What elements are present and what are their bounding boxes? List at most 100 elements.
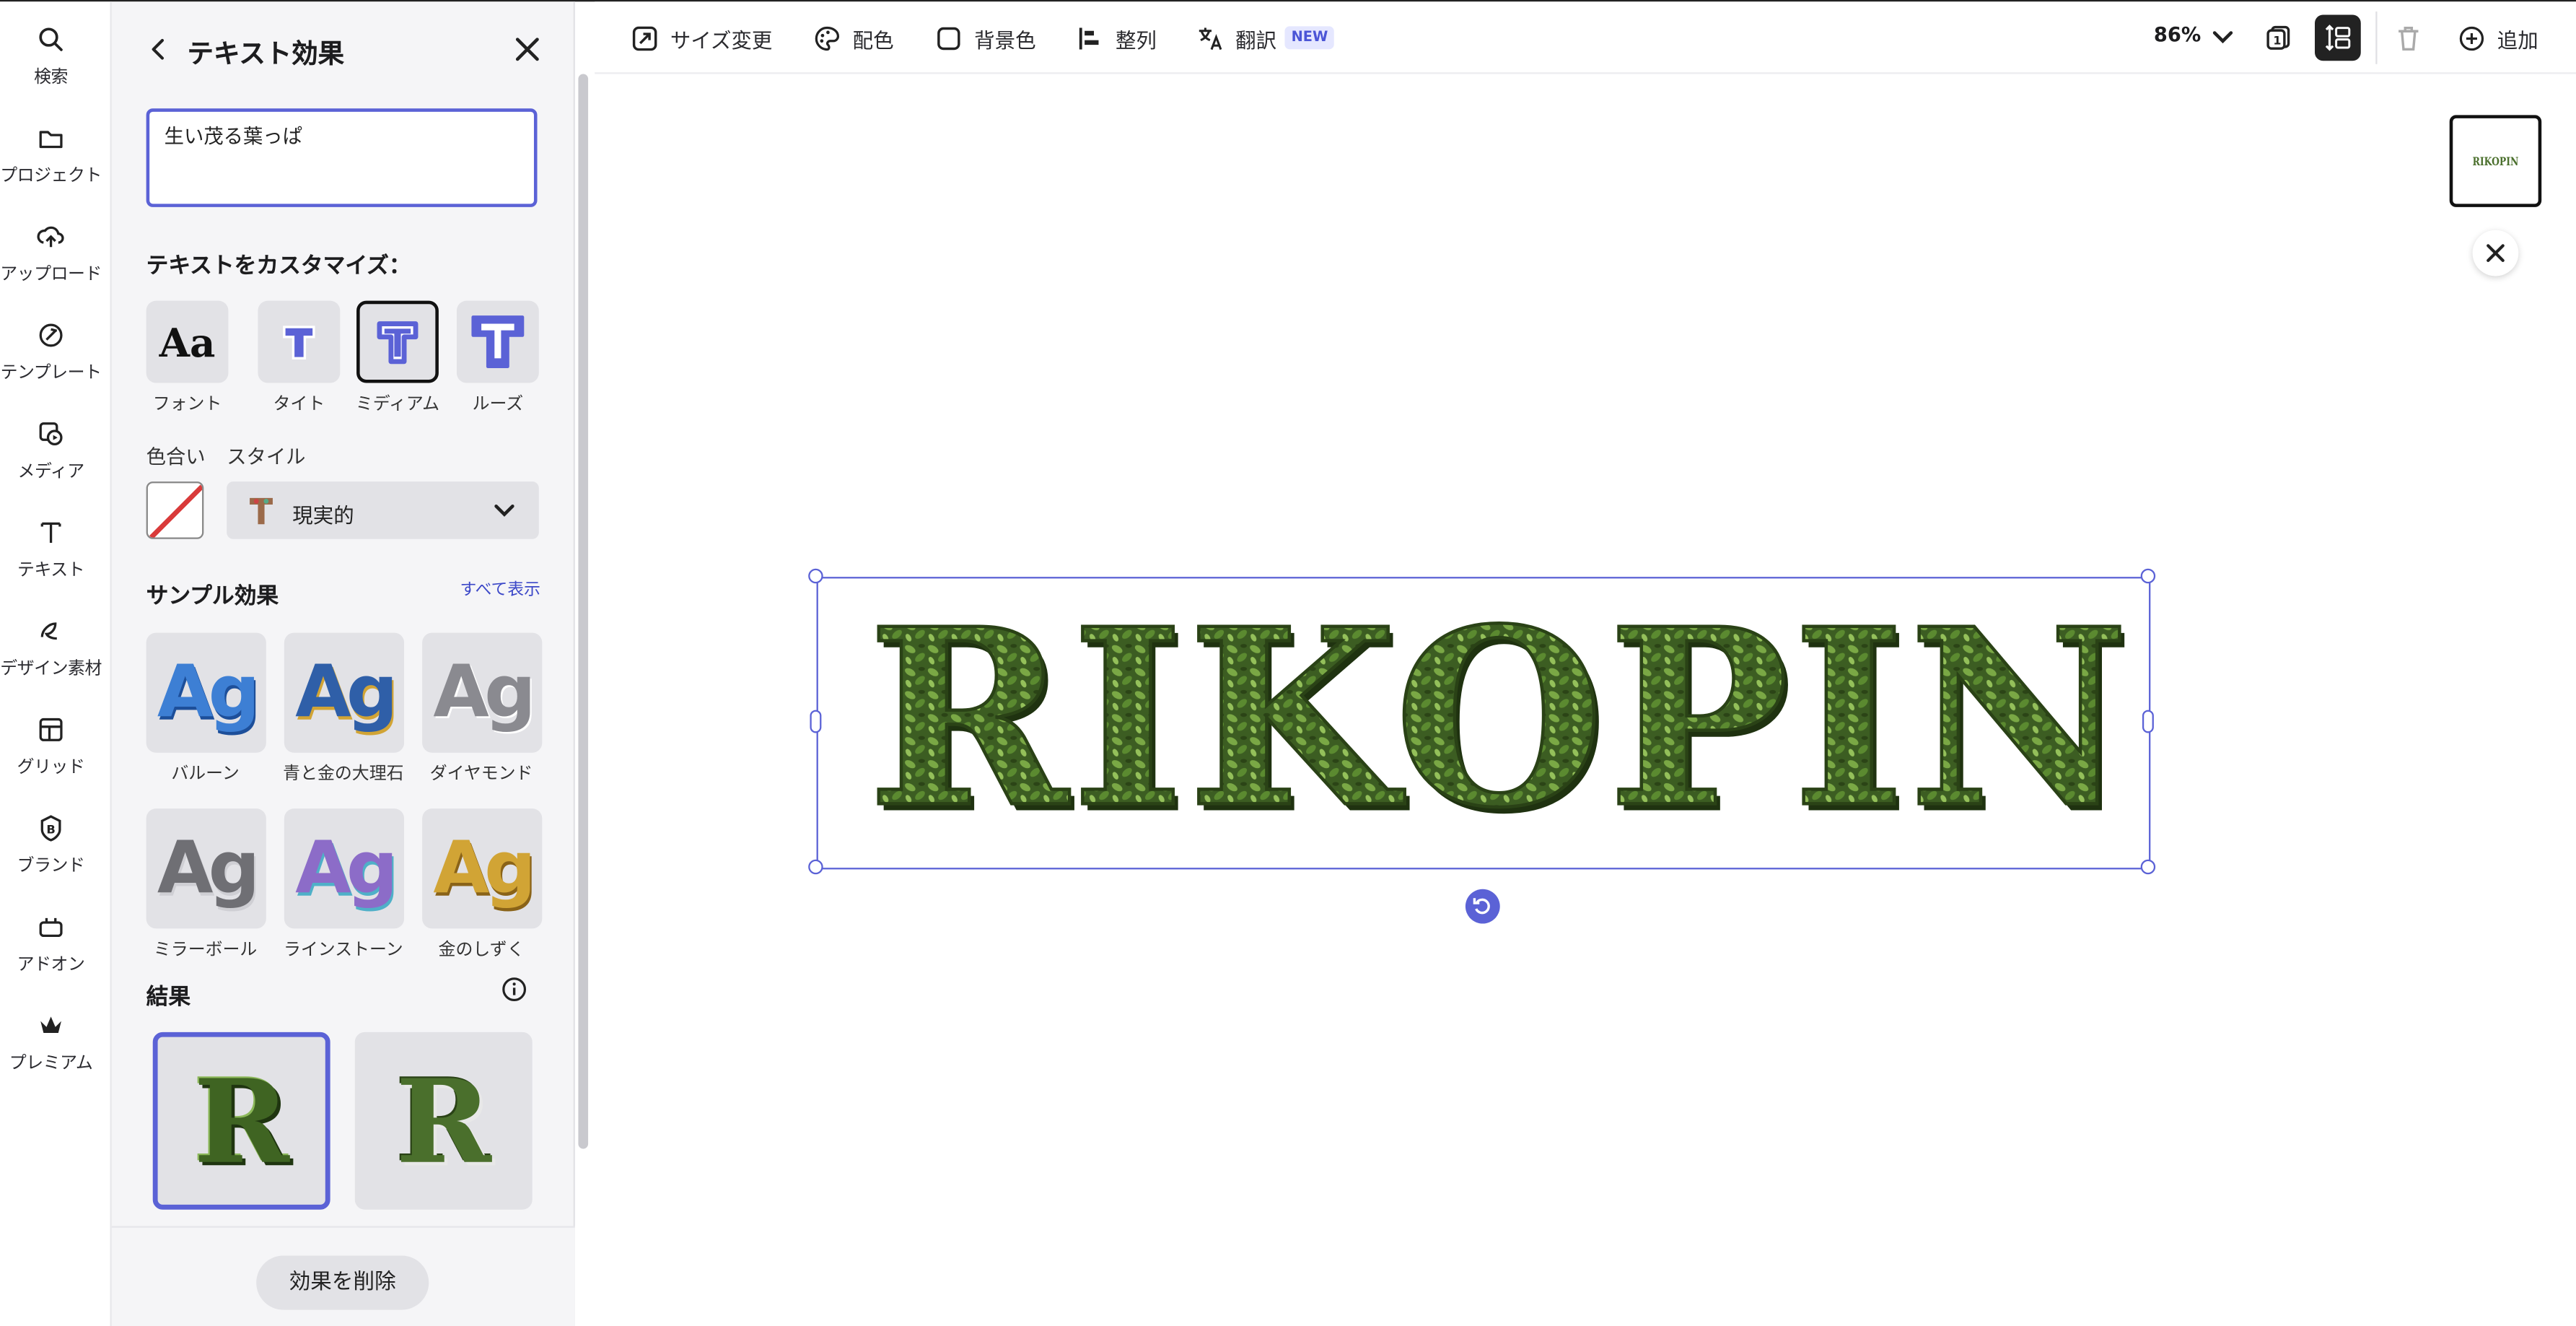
translate-label: 翻訳 xyxy=(1235,27,1277,52)
align-button[interactable]: 整列 xyxy=(1076,22,1157,55)
rail-addons[interactable]: アドオン xyxy=(0,906,102,998)
sample-effect-blue-gold-marble[interactable]: Ag xyxy=(284,632,405,753)
sample-effect-rhinestone[interactable]: Ag xyxy=(284,808,405,929)
resize-handle-left[interactable] xyxy=(810,710,822,733)
sample-effect-balloon[interactable]: Ag xyxy=(146,632,266,753)
search-icon xyxy=(39,27,63,51)
option-font-label: フォント xyxy=(152,394,222,414)
rail-templates[interactable]: テンプレート xyxy=(0,314,102,406)
resize-handle-top-right[interactable] xyxy=(2140,568,2156,584)
rail-search[interactable]: 検索 xyxy=(0,18,102,110)
result-item-1[interactable]: R xyxy=(152,1031,330,1210)
option-loose[interactable] xyxy=(456,300,539,383)
resize-label: サイズ変更 xyxy=(670,27,773,52)
sample-effect-label: 青と金の大理石 xyxy=(283,764,404,785)
palette-button[interactable]: 配色 xyxy=(813,22,894,55)
resize-handle-right[interactable] xyxy=(2142,710,2154,733)
resize-handle-top-left[interactable] xyxy=(808,568,823,584)
rail-label-brand: ブランド xyxy=(17,856,85,876)
rail-label-text: テキスト xyxy=(17,560,85,580)
rail-label-upload: アップロード xyxy=(0,264,102,284)
remove-effect-button[interactable]: 効果を削除 xyxy=(256,1255,429,1310)
sample-effect-text: Ag xyxy=(157,826,260,911)
result-letter: R xyxy=(193,1052,289,1190)
result-item-2[interactable]: R xyxy=(354,1031,533,1210)
top-toolbar: サイズ変更 配色 背景色 整列 翻訳 NEW 86% 1 追加 xyxy=(595,1,2576,74)
option-medium[interactable] xyxy=(356,300,439,383)
font-aa-icon: Aa xyxy=(159,318,216,366)
rail-brand[interactable]: B ブランド xyxy=(0,807,102,899)
rail-label-search: 検索 xyxy=(34,67,69,87)
shapes-icon xyxy=(40,622,57,640)
zoom-level[interactable]: 86% xyxy=(2154,23,2201,46)
new-badge: NEW xyxy=(1284,26,1335,50)
page-thumbnail[interactable]: RIKOPIN xyxy=(2449,115,2542,207)
t-medium-icon xyxy=(377,321,419,365)
sample-effect-text: Ag xyxy=(433,826,535,911)
text-effects-panel: テキスト効果 生い茂る葉っぱ テキストをカスタマイズ： Aa フォント タイト … xyxy=(111,1,575,1326)
sample-effect-label: バルーン xyxy=(171,764,240,785)
color-swatch[interactable] xyxy=(146,481,204,539)
panel-title: テキスト効果 xyxy=(187,38,345,69)
show-all-link[interactable]: すべて表示 xyxy=(460,575,540,600)
close-icon[interactable] xyxy=(511,33,544,66)
selection-box[interactable] xyxy=(816,577,2151,870)
trash-icon[interactable] xyxy=(2393,23,2423,53)
no-color-icon xyxy=(149,484,203,538)
rotate-handle[interactable] xyxy=(1465,889,1500,924)
palette-label: 配色 xyxy=(852,27,894,52)
panel-header: テキスト効果 xyxy=(112,1,575,97)
effect-prompt-input[interactable]: 生い茂る葉っぱ xyxy=(146,108,538,207)
pages-view-button[interactable] xyxy=(2315,14,2361,61)
rail-elements[interactable]: デザイン素材 xyxy=(0,610,102,702)
style-thumb-icon xyxy=(250,497,273,525)
close-icon xyxy=(2487,244,2505,262)
rail-premium[interactable]: プレミアム xyxy=(0,1004,102,1096)
rail-upload[interactable]: アップロード xyxy=(0,215,102,307)
resize-handle-bottom-right[interactable] xyxy=(2140,859,2156,875)
sample-effect-text: Ag xyxy=(433,650,535,735)
add-button[interactable]: 追加 xyxy=(2458,22,2538,55)
sample-effect-mirror-ball[interactable]: Ag xyxy=(146,808,266,929)
zoom-chevron-down-icon[interactable] xyxy=(2212,26,2235,49)
text-icon xyxy=(40,522,61,544)
align-label: 整列 xyxy=(1115,27,1157,52)
style-value: 現実的 xyxy=(292,502,354,528)
page-thumbnail-preview: RIKOPIN xyxy=(2473,154,2519,168)
close-pages-button[interactable] xyxy=(2472,230,2519,276)
style-dropdown[interactable]: 現実的 xyxy=(227,481,539,539)
option-medium-label: ミディアム xyxy=(355,394,440,414)
rail-text[interactable]: テキスト xyxy=(0,511,102,603)
sample-effect-label: ダイヤモンド xyxy=(429,764,533,785)
back-arrow-icon[interactable] xyxy=(144,35,174,64)
results-heading: 結果 xyxy=(146,984,191,1011)
plus-circle-icon xyxy=(2459,25,2484,51)
chevron-down-icon xyxy=(494,504,514,517)
info-icon[interactable] xyxy=(501,976,527,1002)
sample-effect-text: Ag xyxy=(157,650,260,735)
template-icon xyxy=(39,323,63,347)
sample-effect-diamond[interactable]: Ag xyxy=(422,632,543,753)
resize-button[interactable]: サイズ変更 xyxy=(631,22,772,55)
toolbar-divider xyxy=(2375,11,2378,64)
option-tight[interactable] xyxy=(258,300,341,383)
option-tight-label: タイト xyxy=(273,394,325,414)
crown-icon xyxy=(40,1016,61,1033)
layers-icon[interactable]: 1 xyxy=(2264,23,2293,53)
sample-effects-heading: サンプル効果 xyxy=(146,583,279,610)
sample-effect-gold-drop[interactable]: Ag xyxy=(422,808,543,929)
rail-media[interactable]: メディア xyxy=(0,412,102,505)
rail-projects[interactable]: プロジェクト xyxy=(0,117,102,209)
translate-button[interactable]: 翻訳 NEW xyxy=(1196,22,1335,55)
rail-label-premium: プレミアム xyxy=(9,1053,93,1073)
background-color-button[interactable]: 背景色 xyxy=(934,22,1036,55)
background-square-icon xyxy=(937,26,960,50)
resize-handle-bottom-left[interactable] xyxy=(808,859,823,875)
panel-footer: 効果を削除 xyxy=(111,1226,575,1326)
panel-scrollbar[interactable] xyxy=(578,74,589,1149)
rail-grid[interactable]: グリッド xyxy=(0,708,102,801)
rail-label-grid: グリッド xyxy=(17,757,85,777)
style-label: スタイル xyxy=(227,445,306,468)
option-font[interactable]: Aa xyxy=(146,300,229,383)
align-icon xyxy=(1079,27,1099,49)
